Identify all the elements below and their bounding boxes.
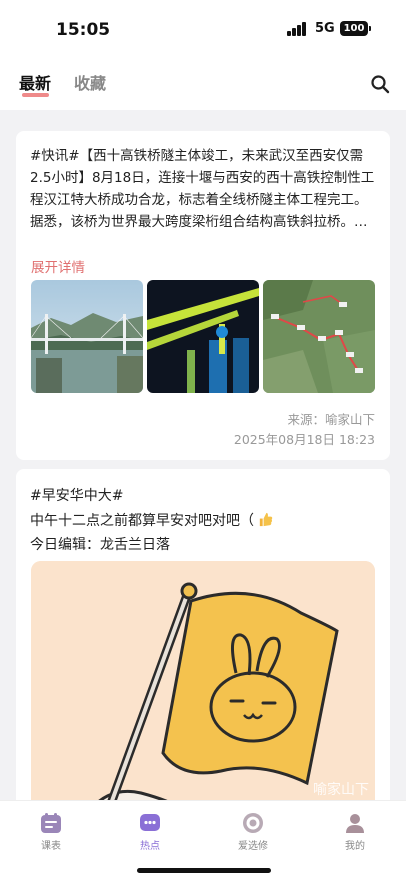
tab-favorites[interactable]: 收藏 bbox=[74, 70, 106, 94]
post-text: #快讯#【西十高铁桥隧主体竣工，未来武汉至西安仅需2.5小时】8月18日，连接十… bbox=[30, 148, 375, 230]
post-hashtag: #早安华中大# bbox=[30, 488, 124, 504]
tab-latest[interactable]: 最新 bbox=[19, 70, 51, 94]
status-bar: 15:05 5G 100 bbox=[0, 0, 406, 58]
night-construction-photo-thumbnail[interactable] bbox=[147, 280, 259, 393]
tab-indicator bbox=[22, 93, 49, 97]
post-text: 中午十二点之前都算早安对吧对吧（ bbox=[30, 513, 254, 529]
calendar-icon bbox=[41, 813, 61, 833]
post-source: 来源：喻家山下 bbox=[287, 412, 375, 427]
target-icon bbox=[243, 813, 263, 833]
network-label: 5G bbox=[315, 21, 335, 36]
nav-label: 爱选修 bbox=[238, 841, 268, 852]
nav-item-hot[interactable]: 热点 bbox=[122, 811, 178, 852]
home-indicator bbox=[137, 868, 271, 873]
image-watermark: 喻家山下 bbox=[313, 782, 369, 798]
bunny-flag-illustration[interactable]: 喻家山下 bbox=[31, 561, 375, 809]
person-icon bbox=[346, 814, 364, 833]
expand-details-link[interactable]: 展开详情 bbox=[31, 256, 85, 276]
nav-label: 课表 bbox=[41, 841, 61, 852]
status-time: 15:05 bbox=[56, 20, 111, 40]
chat-bubble-icon bbox=[140, 814, 160, 831]
nav-label: 热点 bbox=[140, 841, 160, 852]
nav-item-elective[interactable]: 爱选修 bbox=[225, 811, 281, 852]
nav-label: 我的 bbox=[345, 841, 365, 852]
thumbs-up-emoji-icon bbox=[259, 512, 273, 527]
nav-item-schedule[interactable]: 课表 bbox=[23, 811, 79, 852]
morning-post-card[interactable]: #早安华中大# 中午十二点之前都算早安对吧对吧（ 今日编辑：龙舌兰日落 喻家山下 bbox=[16, 469, 390, 809]
search-icon[interactable] bbox=[370, 74, 390, 94]
news-post-card[interactable]: #快讯#【西十高铁桥隧主体竣工，未来武汉至西安仅需2.5小时】8月18日，连接十… bbox=[16, 131, 390, 460]
post-editor: 今日编辑：龙舌兰日落 bbox=[30, 537, 170, 553]
post-date: 2025年08月18日 18:23 bbox=[233, 432, 375, 447]
nav-item-profile[interactable]: 我的 bbox=[327, 811, 383, 852]
post-text-line: 中午十二点之前都算早安对吧对吧（ bbox=[30, 510, 274, 530]
route-map-thumbnail[interactable] bbox=[263, 280, 375, 393]
bridge-photo-thumbnail[interactable] bbox=[31, 280, 143, 393]
signal-icon bbox=[287, 22, 307, 36]
battery-icon: 100 bbox=[340, 21, 371, 36]
top-tabs: 最新 收藏 bbox=[0, 58, 406, 110]
